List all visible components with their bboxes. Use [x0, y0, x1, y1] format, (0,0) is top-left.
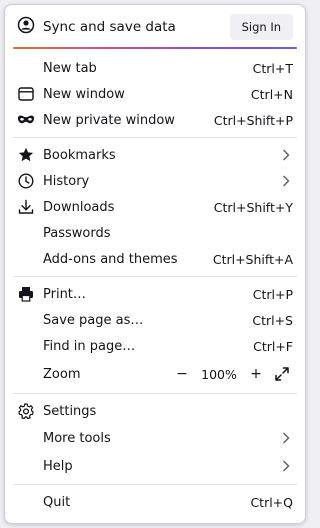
- menu-item-bookmarks[interactable]: Bookmarks: [5, 142, 305, 168]
- menu-item-new-private-window[interactable]: New private window Ctrl+Shift+P: [5, 107, 305, 133]
- sync-header: Sync and save data Sign In: [5, 5, 305, 49]
- bookmarks-label: Bookmarks: [43, 147, 116, 163]
- star-icon: [17, 146, 35, 164]
- print-label: Print…: [43, 286, 86, 302]
- chevron-right-icon: [279, 149, 293, 161]
- separator: [13, 276, 297, 277]
- app-menu-panel: Sync and save data Sign In New tab Ctrl+…: [4, 4, 306, 524]
- addons-shortcut: Ctrl+Shift+A: [212, 251, 293, 267]
- menu-item-settings[interactable]: Settings: [5, 398, 305, 424]
- zoom-label: Zoom: [43, 366, 81, 382]
- menu-item-quit[interactable]: Quit Ctrl+Q: [5, 489, 305, 515]
- menu-item-passwords[interactable]: Passwords: [5, 220, 305, 246]
- downloads-shortcut: Ctrl+Shift+Y: [213, 199, 293, 215]
- save-page-label: Save page as…: [43, 312, 144, 328]
- fullscreen-icon[interactable]: [271, 363, 293, 385]
- zoom-in-button[interactable]: +: [245, 366, 267, 382]
- gear-icon: [17, 402, 35, 420]
- menu-item-new-tab[interactable]: New tab Ctrl+T: [5, 55, 305, 81]
- accent-divider: [13, 47, 297, 49]
- history-label: History: [43, 173, 90, 189]
- find-label: Find in page…: [43, 338, 136, 354]
- menu-item-downloads[interactable]: Downloads Ctrl+Shift+Y: [5, 194, 305, 220]
- separator: [13, 484, 297, 485]
- save-page-shortcut: Ctrl+S: [252, 312, 293, 328]
- separator: [13, 393, 297, 394]
- downloads-label: Downloads: [43, 199, 115, 215]
- zoom-reset-button[interactable]: 100%: [193, 367, 245, 382]
- more-tools-label: More tools: [43, 430, 111, 446]
- help-label: Help: [43, 458, 73, 474]
- find-shortcut: Ctrl+F: [253, 338, 293, 354]
- window-icon: [17, 85, 35, 103]
- zoom-out-button[interactable]: −: [171, 366, 193, 382]
- new-private-window-label: New private window: [43, 112, 175, 128]
- chevron-right-icon: [279, 175, 293, 187]
- new-tab-shortcut: Ctrl+T: [252, 60, 293, 76]
- menu-item-help[interactable]: Help: [5, 452, 305, 480]
- clock-icon: [17, 172, 35, 190]
- account-circle-icon: [17, 16, 35, 38]
- printer-icon: [17, 285, 35, 303]
- menu-item-addons[interactable]: Add-ons and themes Ctrl+Shift+A: [5, 246, 305, 272]
- quit-shortcut: Ctrl+Q: [250, 494, 293, 510]
- new-window-shortcut: Ctrl+N: [250, 86, 293, 102]
- menu-item-zoom: Zoom − 100% +: [5, 359, 305, 389]
- addons-label: Add-ons and themes: [43, 251, 178, 267]
- new-window-label: New window: [43, 86, 125, 102]
- chevron-right-icon: [279, 432, 293, 444]
- menu-item-new-window[interactable]: New window Ctrl+N: [5, 81, 305, 107]
- passwords-label: Passwords: [43, 225, 111, 241]
- quit-label: Quit: [43, 494, 71, 510]
- private-mask-icon: [17, 111, 35, 129]
- settings-label: Settings: [43, 403, 97, 419]
- menu-item-save-page[interactable]: Save page as… Ctrl+S: [5, 307, 305, 333]
- menu-item-history[interactable]: History: [5, 168, 305, 194]
- download-icon: [17, 198, 35, 216]
- menu-item-find-in-page[interactable]: Find in page… Ctrl+F: [5, 333, 305, 359]
- menu-item-more-tools[interactable]: More tools: [5, 424, 305, 452]
- print-shortcut: Ctrl+P: [252, 286, 293, 302]
- sign-in-button[interactable]: Sign In: [229, 14, 293, 40]
- new-private-window-shortcut: Ctrl+Shift+P: [213, 112, 293, 128]
- sync-label[interactable]: Sync and save data: [43, 19, 230, 35]
- separator: [13, 137, 297, 138]
- new-tab-label: New tab: [43, 60, 97, 76]
- menu-item-print[interactable]: Print… Ctrl+P: [5, 281, 305, 307]
- chevron-right-icon: [279, 460, 293, 472]
